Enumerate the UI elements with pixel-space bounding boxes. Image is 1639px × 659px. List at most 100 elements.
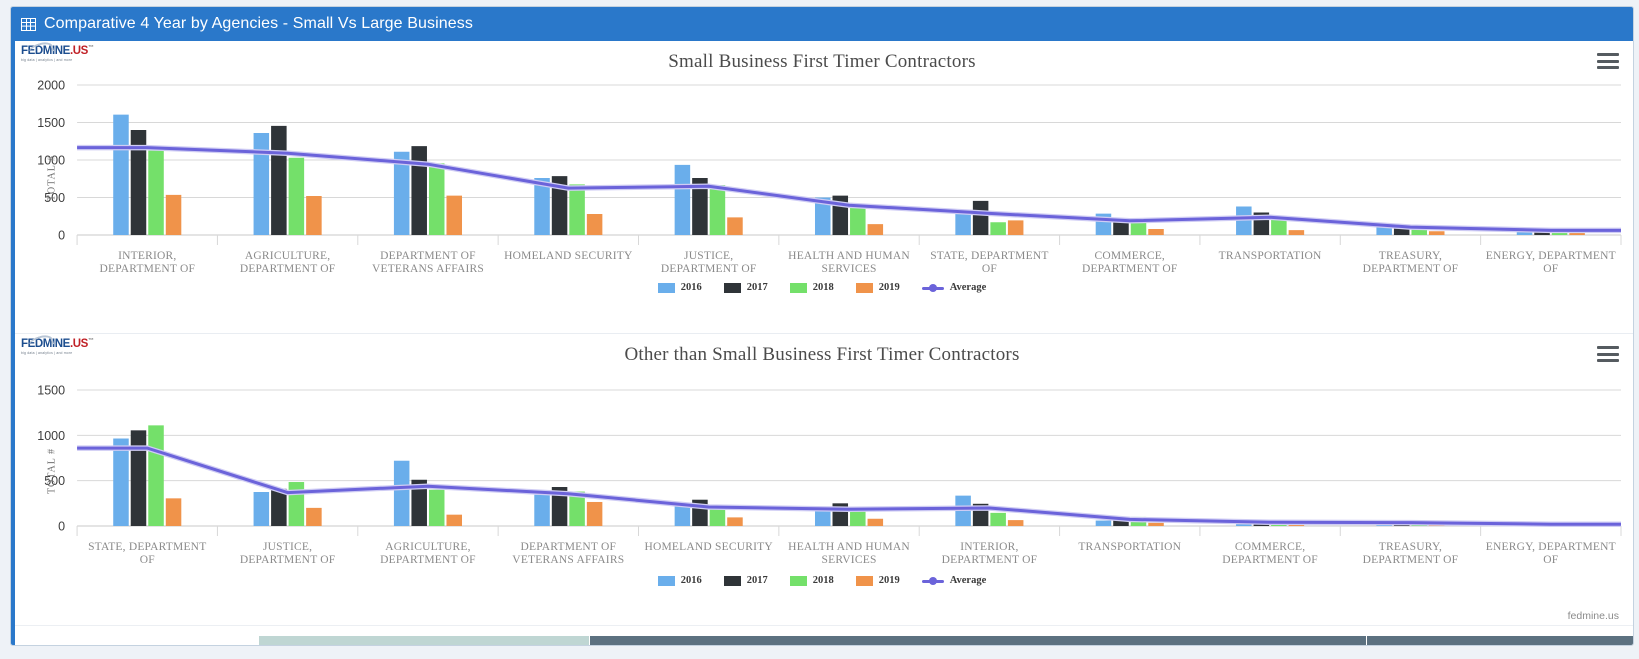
- bar-2018[interactable]: [288, 482, 305, 526]
- x-category-label: DEPARTMENT OF: [942, 554, 1038, 566]
- bar-2019[interactable]: [165, 194, 182, 236]
- legend-item-2019[interactable]: 2019: [855, 282, 900, 293]
- x-category-label: TREASURY,: [1379, 541, 1442, 553]
- bar-2019[interactable]: [1148, 229, 1164, 235]
- bar-2019[interactable]: [1288, 230, 1305, 236]
- x-category-label: ENERGY, DEPARTMENT: [1486, 541, 1616, 553]
- chart-panel-small-business: FEDMINE.US™ big data | analytics | and m…: [11, 39, 1633, 333]
- plot-area-2: TOTAL # 0 500 1000 1500 STATE, DEPARTMENT OF J…: [11, 368, 1633, 573]
- chart-menu-icon-1[interactable]: [1597, 53, 1619, 69]
- bar-2018[interactable]: [990, 222, 1006, 235]
- legend-item-2018[interactable]: 2018: [789, 575, 834, 586]
- bar-2016[interactable]: [113, 438, 129, 526]
- bar-2018[interactable]: [288, 157, 305, 235]
- bar-2018[interactable]: [569, 184, 585, 236]
- bar-2019[interactable]: [446, 514, 463, 526]
- bar-2017[interactable]: [130, 430, 147, 526]
- bar-2019[interactable]: [727, 217, 743, 236]
- bar-2017[interactable]: [972, 200, 989, 236]
- legend-item-2017[interactable]: 2017: [723, 575, 768, 586]
- x-category-label: VETERANS AFFAIRS: [512, 554, 624, 566]
- legend-item-2018[interactable]: 2018: [789, 282, 834, 293]
- bar-2019[interactable]: [1148, 522, 1164, 526]
- bar-2016[interactable]: [534, 494, 550, 526]
- app-root: Comparative 4 Year by Agencies - Small V…: [0, 0, 1639, 659]
- bar-2019[interactable]: [446, 195, 463, 236]
- x-category-label: DEPARTMENT OF: [380, 250, 476, 262]
- report-content: FEDMINE.US™ big data | analytics | and m…: [11, 39, 1633, 645]
- chart-title-2: Other than Small Business First Timer Co…: [624, 344, 1020, 365]
- x-category-label: DEPARTMENT OF: [99, 263, 195, 275]
- x-category-label: OF: [982, 263, 997, 275]
- x-category-label: STATE, DEPARTMENT: [930, 250, 1048, 262]
- legend-item-2017[interactable]: 2017: [723, 282, 768, 293]
- y-axis-label-2: TOTAL #: [46, 447, 58, 494]
- bar-2018[interactable]: [428, 489, 445, 526]
- bar-2019[interactable]: [867, 518, 884, 526]
- bar-2018[interactable]: [709, 185, 726, 236]
- scrollbar-thumb[interactable]: [259, 636, 589, 645]
- x-category-label: DEPARTMENT OF: [1222, 554, 1318, 566]
- x-category-label: SERVICES: [822, 263, 877, 275]
- legend-swatch-icon: [657, 575, 675, 586]
- x-category-label: DEPARTMENT OF: [240, 554, 336, 566]
- bar-2018[interactable]: [990, 512, 1006, 526]
- x-category-label: TRANSPORTATION: [1219, 250, 1322, 262]
- x-category-label: HOMELAND SECURITY: [644, 541, 773, 553]
- chart-menu-icon-2[interactable]: [1597, 346, 1619, 362]
- bar-2019[interactable]: [165, 498, 182, 526]
- y-axis-label-1: TOTAL #: [46, 154, 58, 201]
- bar-2019[interactable]: [306, 507, 322, 526]
- bar-2018[interactable]: [1271, 220, 1287, 235]
- x-category-label: HOMELAND SECURITY: [504, 250, 633, 262]
- bar-2017[interactable]: [271, 125, 287, 236]
- x-category-label: DEPARTMENT OF: [240, 263, 336, 275]
- bar-2018[interactable]: [428, 163, 445, 236]
- chart-legend-1: 2016 2017 2018 2019 Average: [11, 282, 1633, 293]
- bar-2019[interactable]: [586, 214, 603, 235]
- bar-2019[interactable]: [586, 501, 603, 526]
- x-category-label: COMMERCE,: [1094, 250, 1165, 262]
- bar-2018[interactable]: [148, 150, 164, 236]
- plot-area-1: TOTAL # 0 500 1000 1500 2000 INTERIOR, DEPARTM…: [11, 75, 1633, 280]
- bar-2019[interactable]: [1428, 231, 1445, 235]
- credits-2: fedmine.us: [1567, 610, 1619, 622]
- bar-2019[interactable]: [727, 517, 743, 526]
- bar-2019[interactable]: [1007, 220, 1024, 236]
- y-tick-label: 1500: [37, 116, 65, 130]
- scrollbar-divider: [589, 636, 590, 645]
- legend-label: 2019: [878, 282, 900, 293]
- legend-item-2019[interactable]: 2019: [855, 575, 900, 586]
- bar-2016[interactable]: [253, 492, 270, 526]
- x-category-label: DEPARTMENT OF: [661, 263, 757, 275]
- horizontal-scrollbar[interactable]: [11, 625, 1633, 645]
- legend-swatch-icon: [723, 282, 741, 293]
- x-category-label: VETERANS AFFAIRS: [372, 263, 484, 275]
- bar-2017[interactable]: [411, 146, 427, 236]
- bar-2016[interactable]: [113, 114, 129, 236]
- legend-label: 2016: [680, 575, 702, 586]
- x-category-label: DEPARTMENT OF: [1363, 554, 1459, 566]
- bar-2016[interactable]: [674, 164, 691, 236]
- bar-2016[interactable]: [253, 133, 270, 235]
- x-category-label: TRANSPORTATION: [1078, 541, 1181, 553]
- bar-2019[interactable]: [306, 196, 322, 235]
- x-category-label: DEPARTMENT OF: [380, 554, 476, 566]
- bar-2018[interactable]: [148, 425, 164, 526]
- bar-2016[interactable]: [393, 460, 410, 526]
- x-category-label: OF: [1543, 554, 1558, 566]
- bar-2016[interactable]: [1095, 520, 1112, 526]
- legend-line-icon: [921, 576, 944, 586]
- legend-item-2016[interactable]: 2016: [657, 282, 702, 293]
- x-category-label: ENERGY, DEPARTMENT: [1486, 250, 1616, 262]
- legend-item-average[interactable]: Average: [921, 282, 987, 293]
- bar-2019[interactable]: [867, 224, 884, 236]
- legend-item-average[interactable]: Average: [921, 575, 987, 586]
- legend-item-2016[interactable]: 2016: [657, 575, 702, 586]
- legend-label: Average: [949, 282, 987, 293]
- legend-label: Average: [949, 575, 987, 586]
- legend-swatch-icon: [855, 282, 873, 293]
- legend-swatch-icon: [789, 575, 807, 586]
- x-category-label: AGRICULTURE,: [245, 250, 330, 262]
- bar-2019[interactable]: [1007, 520, 1024, 526]
